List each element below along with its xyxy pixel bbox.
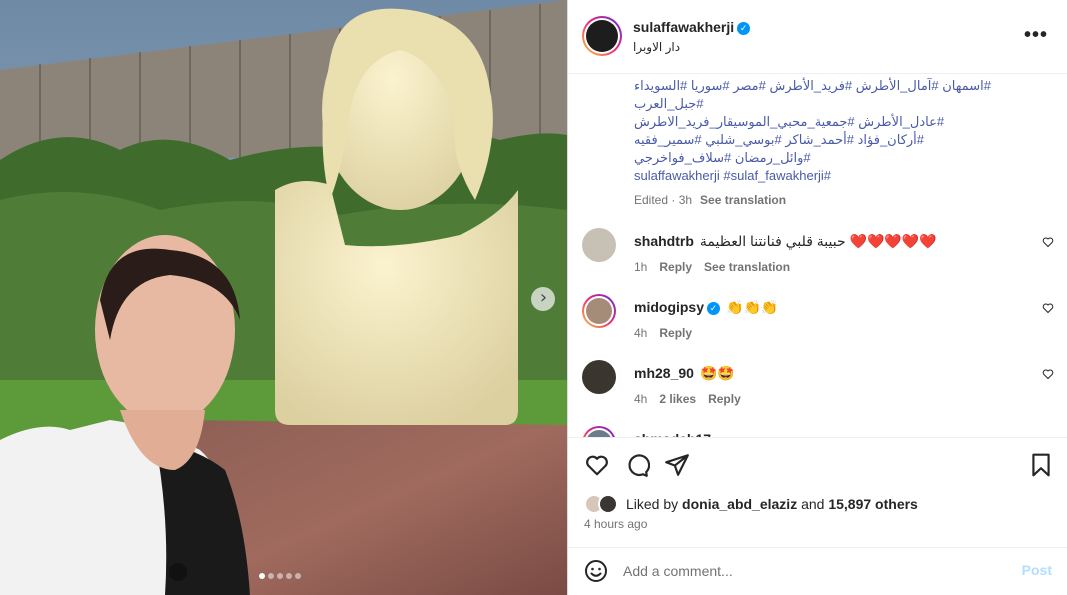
post-sidebar: sulaffawakherji ✓ دار الاوبرا ••• #اسمهان…: [567, 0, 1067, 595]
avatar: [598, 494, 618, 514]
comment-text: 👏👏👏: [726, 299, 779, 315]
comment-like-heart-icon[interactable]: [1042, 368, 1054, 380]
comment-time: 4h: [634, 326, 648, 340]
edited-label: Edited · 3h: [634, 193, 693, 207]
reply-button[interactable]: Reply: [708, 392, 741, 406]
author-username-row: sulaffawakherji ✓: [633, 19, 751, 35]
verified-badge-icon: ✓: [737, 22, 751, 35]
caption-line[interactable]: sulaffawakherji #sulaf_fawakherji#: [634, 167, 1014, 185]
heart-icon[interactable]: [584, 452, 610, 478]
carousel-dot: [259, 573, 265, 579]
instagram-post-view: › sulaffawakherji ✓ دار الاوبرا ••• #اسمه…: [0, 0, 1067, 595]
reply-button[interactable]: Reply: [659, 260, 692, 274]
chevron-right-icon: ›: [539, 287, 548, 308]
see-translation-link[interactable]: See translation: [700, 193, 786, 207]
commenter-username[interactable]: shahdtrb: [634, 233, 694, 249]
photo-illustration: [0, 0, 567, 595]
commenter-username[interactable]: midogipsy: [634, 299, 704, 315]
caption-line[interactable]: #اسمهان #آمال_الأطرش #فريد_الأطرش #مصر #…: [634, 77, 1014, 95]
verified-badge-icon: ✓: [707, 302, 721, 315]
likes-summary: Liked by donia_abd_elaziz and 15,897 oth…: [584, 494, 918, 514]
carousel-dots: [259, 573, 301, 579]
comment-likes-count[interactable]: 2 likes: [659, 392, 696, 406]
post-image[interactable]: ›: [0, 0, 567, 595]
comment-input[interactable]: [623, 560, 1003, 582]
caption-meta: Edited · 3h See translation: [634, 191, 1014, 209]
post-header: sulaffawakherji ✓ دار الاوبرا •••: [568, 0, 1067, 74]
caption-line[interactable]: #جبل_العرب: [634, 95, 1014, 113]
add-comment-bar: Post: [568, 547, 1067, 595]
more-options-icon[interactable]: •••: [1024, 24, 1048, 47]
emoji-icon[interactable]: [584, 559, 608, 583]
author-avatar[interactable]: [582, 16, 622, 56]
commenter-avatar[interactable]: [582, 294, 616, 328]
liked-by-and: and: [801, 496, 825, 512]
comment-meta: 4h 2 likes Reply: [634, 392, 753, 406]
comments-scroll-area[interactable]: #اسمهان #آمال_الأطرش #فريد_الأطرش #مصر #…: [568, 75, 1067, 437]
comment-item: midogipsy ✓ 👏👏👏 4h Reply: [568, 294, 1067, 354]
commenter-avatar[interactable]: [582, 426, 616, 437]
comment-time: 4h: [634, 392, 648, 406]
comment-time: 1h: [634, 260, 648, 274]
comment-item: shahdtrb حبيبة قلبي فنانتنا العظيمة ❤️❤️❤…: [568, 228, 1067, 288]
post-timestamp[interactable]: 4 hours ago: [584, 517, 647, 531]
post-caption: #اسمهان #آمال_الأطرش #فريد_الأطرش #مصر #…: [634, 77, 1014, 209]
carousel-next-button[interactable]: ›: [531, 287, 555, 311]
commenter-username[interactable]: mh28_90: [634, 365, 694, 381]
comment-text: 🤩🤩: [699, 365, 735, 381]
caption-line[interactable]: #وائل_رمضان #سلاف_فواخرجي: [634, 149, 1014, 167]
share-icon[interactable]: [664, 452, 690, 478]
liker-avatars[interactable]: [584, 494, 622, 514]
caption-line[interactable]: #عادل_الأطرش #جمعية_محبي_الموسيقار_فريد_…: [634, 113, 1014, 131]
post-comment-button[interactable]: Post: [1022, 562, 1052, 578]
comment-like-heart-icon[interactable]: [1042, 302, 1054, 314]
comment-like-heart-icon[interactable]: [1042, 236, 1054, 248]
commenter-avatar[interactable]: [582, 228, 616, 262]
likes-count[interactable]: 15,897 others: [828, 496, 918, 512]
carousel-dot: [268, 573, 274, 579]
carousel-dot: [295, 573, 301, 579]
post-location[interactable]: دار الاوبرا: [633, 40, 680, 54]
post-actions: Liked by donia_abd_elaziz and 15,897 oth…: [568, 437, 1067, 547]
comment-item: mh28_90 🤩🤩 4h 2 likes Reply: [568, 360, 1067, 420]
bookmark-icon[interactable]: [1028, 452, 1054, 478]
commenter-avatar[interactable]: [582, 360, 616, 394]
liker-username[interactable]: donia_abd_elaziz: [682, 496, 797, 512]
carousel-dot: [277, 573, 283, 579]
caption-line[interactable]: #أركان_فؤاد #أحمد_شاكر #بوسي_شلبي #سمير_…: [634, 131, 1014, 149]
author-username[interactable]: sulaffawakherji: [633, 19, 734, 35]
comment-text: حبيبة قلبي فنانتنا العظيمة ❤️❤️❤️❤️❤️: [699, 233, 937, 249]
comment-meta: 1h Reply See translation: [634, 260, 802, 274]
liked-by-prefix: Liked by: [626, 496, 679, 512]
see-translation-link[interactable]: See translation: [704, 260, 790, 274]
comment-meta: 4h Reply: [634, 326, 704, 340]
carousel-dot: [286, 573, 292, 579]
reply-button[interactable]: Reply: [659, 326, 692, 340]
comment-icon[interactable]: [624, 452, 650, 478]
comment-item: ahmadch17: [568, 426, 1067, 437]
